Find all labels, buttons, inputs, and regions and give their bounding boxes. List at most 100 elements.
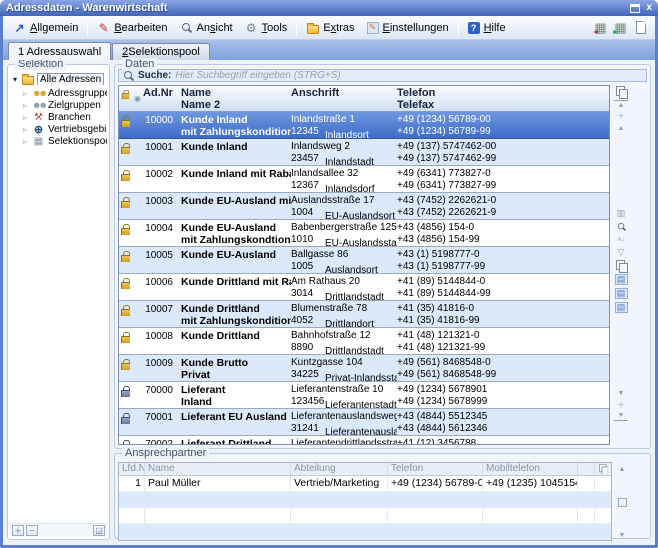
title-bar[interactable]: Adressdaten - Warenwirtschaft x <box>0 0 658 16</box>
edit-pencil-icon <box>97 21 110 34</box>
collapsed-arrow-icon[interactable]: ▹ <box>21 89 29 98</box>
contact-row[interactable]: 1 Paul Müller Vertrieb/Marketing +49 (12… <box>119 476 611 492</box>
list-view-icon-3[interactable] <box>615 302 628 313</box>
menu-item-hilfe[interactable]: Hilfe <box>462 18 512 38</box>
scroll-thumb2-icon[interactable]: ＋ <box>614 399 628 411</box>
menu-item-ansicht[interactable]: Ansicht <box>174 18 239 38</box>
address-row[interactable]: 10006 Kunde Drittland mit Rabatt Am Rath… <box>119 274 609 301</box>
collapsed-arrow-icon[interactable]: ▹ <box>21 125 29 134</box>
address-row[interactable]: 10002 Kunde Inland mit Rabatt Inlandsall… <box>119 166 609 193</box>
scroll-down-icon[interactable]: ▼ <box>614 387 628 399</box>
cell-name: Kunde Drittland mit Rabatt <box>181 276 291 300</box>
copy-icon[interactable] <box>616 260 627 272</box>
lock-column-icon[interactable] <box>119 87 132 111</box>
search-bar[interactable]: Suche: <box>118 69 647 82</box>
address-row[interactable]: 70002 Lieferant Drittland Lieferantendri… <box>119 436 609 445</box>
table-import-icon[interactable]: ▦ <box>612 20 629 35</box>
column-telefon[interactable]: TelefonTelefax <box>397 87 609 111</box>
address-row[interactable]: 10001 Kunde Inland Inlandsweg 223457Inla… <box>119 139 609 166</box>
tree-item-vertriebsgebiete[interactable]: ▹ Vertriebsgebiete <box>11 123 107 135</box>
address-row[interactable]: 70001 Lieferant EU Ausland Lieferantenau… <box>119 409 609 436</box>
menu-separator <box>296 20 297 36</box>
collapsed-arrow-icon[interactable]: ▹ <box>21 101 29 110</box>
list-view-icon-1[interactable] <box>615 274 628 285</box>
contact-scroll-thumb[interactable] <box>618 498 627 507</box>
address-row[interactable]: 10003 Kunde EU-Ausland mit Rabatt Auslan… <box>119 193 609 220</box>
column-contact-telefon[interactable]: Telefon <box>388 463 483 475</box>
tree-item-adressgruppen[interactable]: ▹ Adressgruppen <box>11 87 107 99</box>
status-column-icon[interactable] <box>132 87 143 111</box>
menu-item-label: Tools <box>262 22 288 34</box>
cell-anschrift: Babenbergerstraße 1251010EU-Auslandsstad… <box>291 222 397 246</box>
expand-all-button[interactable]: ＋ <box>12 525 24 536</box>
menu-item-bearbeiten[interactable]: Bearbeiten <box>91 18 173 38</box>
address-row[interactable]: 10007 Kunde Drittlandmit Zahlungskonditi… <box>119 301 609 328</box>
address-row[interactable]: 70000 LieferantInland Lieferantenstraße … <box>119 382 609 409</box>
scroll-up-icon[interactable]: ▲ <box>614 122 628 134</box>
address-row[interactable]: 10000 Kunde Inlandmit Zahlungskondition … <box>119 112 609 139</box>
contact-row[interactable] <box>119 524 611 540</box>
layout-button[interactable]: ◲ <box>93 525 105 536</box>
card-view-icon[interactable]: ▥ <box>617 208 626 220</box>
address-row[interactable]: 10008 Kunde Drittland Bahnhofstraße 1288… <box>119 328 609 355</box>
column-anschrift[interactable]: Anschrift <box>291 87 397 111</box>
menu-item-tools[interactable]: Tools <box>239 18 294 38</box>
grid-header[interactable]: Ad.Nr. NameName 2 Anschrift TelefonTelef… <box>119 86 609 112</box>
folder-gear-icon <box>306 21 319 34</box>
tree-root-label[interactable]: Alle Adressen <box>37 73 104 85</box>
column-name[interactable]: NameName 2 <box>181 87 291 111</box>
address-row[interactable]: 10009 Kunde BruttoPrivat Kuntzgasse 1043… <box>119 355 609 382</box>
search-input[interactable] <box>175 70 642 81</box>
menu-item-einstellungen[interactable]: Einstellungen <box>361 18 455 38</box>
collapse-all-button[interactable]: − <box>26 525 38 536</box>
search-tool-icon[interactable] <box>616 221 627 233</box>
cell-name: Kunde EU-Ausland <box>181 249 291 273</box>
scroll-first-icon[interactable]: ▲ <box>614 100 628 110</box>
contact-scroll-up-icon[interactable]: ▲ <box>619 466 626 473</box>
column-adnr[interactable]: Ad.Nr. <box>143 87 173 111</box>
column-abteilung[interactable]: Abteilung <box>291 463 388 475</box>
scroll-last-icon[interactable]: ▼ <box>614 411 628 421</box>
list-view-icon-2[interactable] <box>615 288 628 299</box>
tree-root-alle-adressen[interactable]: ▾ Alle Adressen <box>11 73 107 85</box>
close-icon[interactable]: x <box>646 3 652 13</box>
collapsed-arrow-icon[interactable]: ▹ <box>21 137 29 146</box>
contact-scroll-down-icon[interactable]: ▼ <box>619 532 626 539</box>
contact-header[interactable]: Lfd.Nr. Name Abteilung Telefon Mobiltele… <box>119 463 611 476</box>
cell-telefon: +49 (1234) 5678901+49 (1234) 5678999 <box>397 384 609 408</box>
tree-item-branchen[interactable]: ▹ Branchen <box>11 111 107 123</box>
contact-row[interactable] <box>119 508 611 524</box>
tree-item-zielgruppen[interactable]: ▹ Zielgruppen <box>11 99 107 111</box>
tab-1[interactable]: 1 Adressauswahl <box>8 42 111 60</box>
cell-adnr: 10008 <box>143 330 173 354</box>
cell-name: Kunde Drittlandmit Zahlungskonditionen <box>181 303 291 327</box>
cell-abteilung: Vertrieb/Marketing <box>291 476 388 491</box>
contact-column-chooser-icon[interactable] <box>595 463 611 475</box>
column-chooser-icon[interactable] <box>614 86 628 98</box>
restore-icon[interactable] <box>630 4 640 13</box>
column-lfdnr[interactable]: Lfd.Nr. <box>119 463 145 475</box>
collapsed-arrow-icon[interactable]: ▹ <box>21 113 29 122</box>
cell-anschrift: Auslandsstraße 171004EU-Auslandsort <box>291 195 397 219</box>
cell-telefon: +43 (4856) 154-0+43 (4856) 154-99 <box>397 222 609 246</box>
search-label: Suche: <box>138 70 171 81</box>
arrow-up-right-icon <box>13 21 26 34</box>
new-page-icon[interactable] <box>632 20 649 35</box>
tree-item-selektionspools[interactable]: ▹ Selektionspools <box>11 135 107 147</box>
expanded-arrow-icon[interactable]: ▾ <box>11 75 19 84</box>
scroll-thumb-icon[interactable]: ＋ <box>614 110 628 122</box>
column-mobiltelefon[interactable]: Mobiltelefon <box>483 463 578 475</box>
cell-name: LieferantInland <box>181 384 291 408</box>
menu-item-allgemein[interactable]: Allgemein <box>7 18 84 38</box>
globe-icon <box>32 124 45 135</box>
column-contact-name[interactable]: Name <box>145 463 291 475</box>
filter-icon[interactable]: ▽ <box>618 247 625 259</box>
contact-row[interactable] <box>119 492 611 508</box>
open-folder-icon <box>22 76 34 85</box>
address-row[interactable]: 10004 Kunde EU-Auslandmit Zahlungskondti… <box>119 220 609 247</box>
daten-panel: Daten Suche: Ad.Nr. NameName 2 Anschrift… <box>114 64 651 449</box>
menu-item-extras[interactable]: Extras <box>300 18 360 38</box>
address-row[interactable]: 10005 Kunde EU-Ausland Ballgasse 861005A… <box>119 247 609 274</box>
table-export-icon[interactable]: ▦ <box>592 20 609 35</box>
sort-icon[interactable]: A↓ <box>614 234 628 246</box>
